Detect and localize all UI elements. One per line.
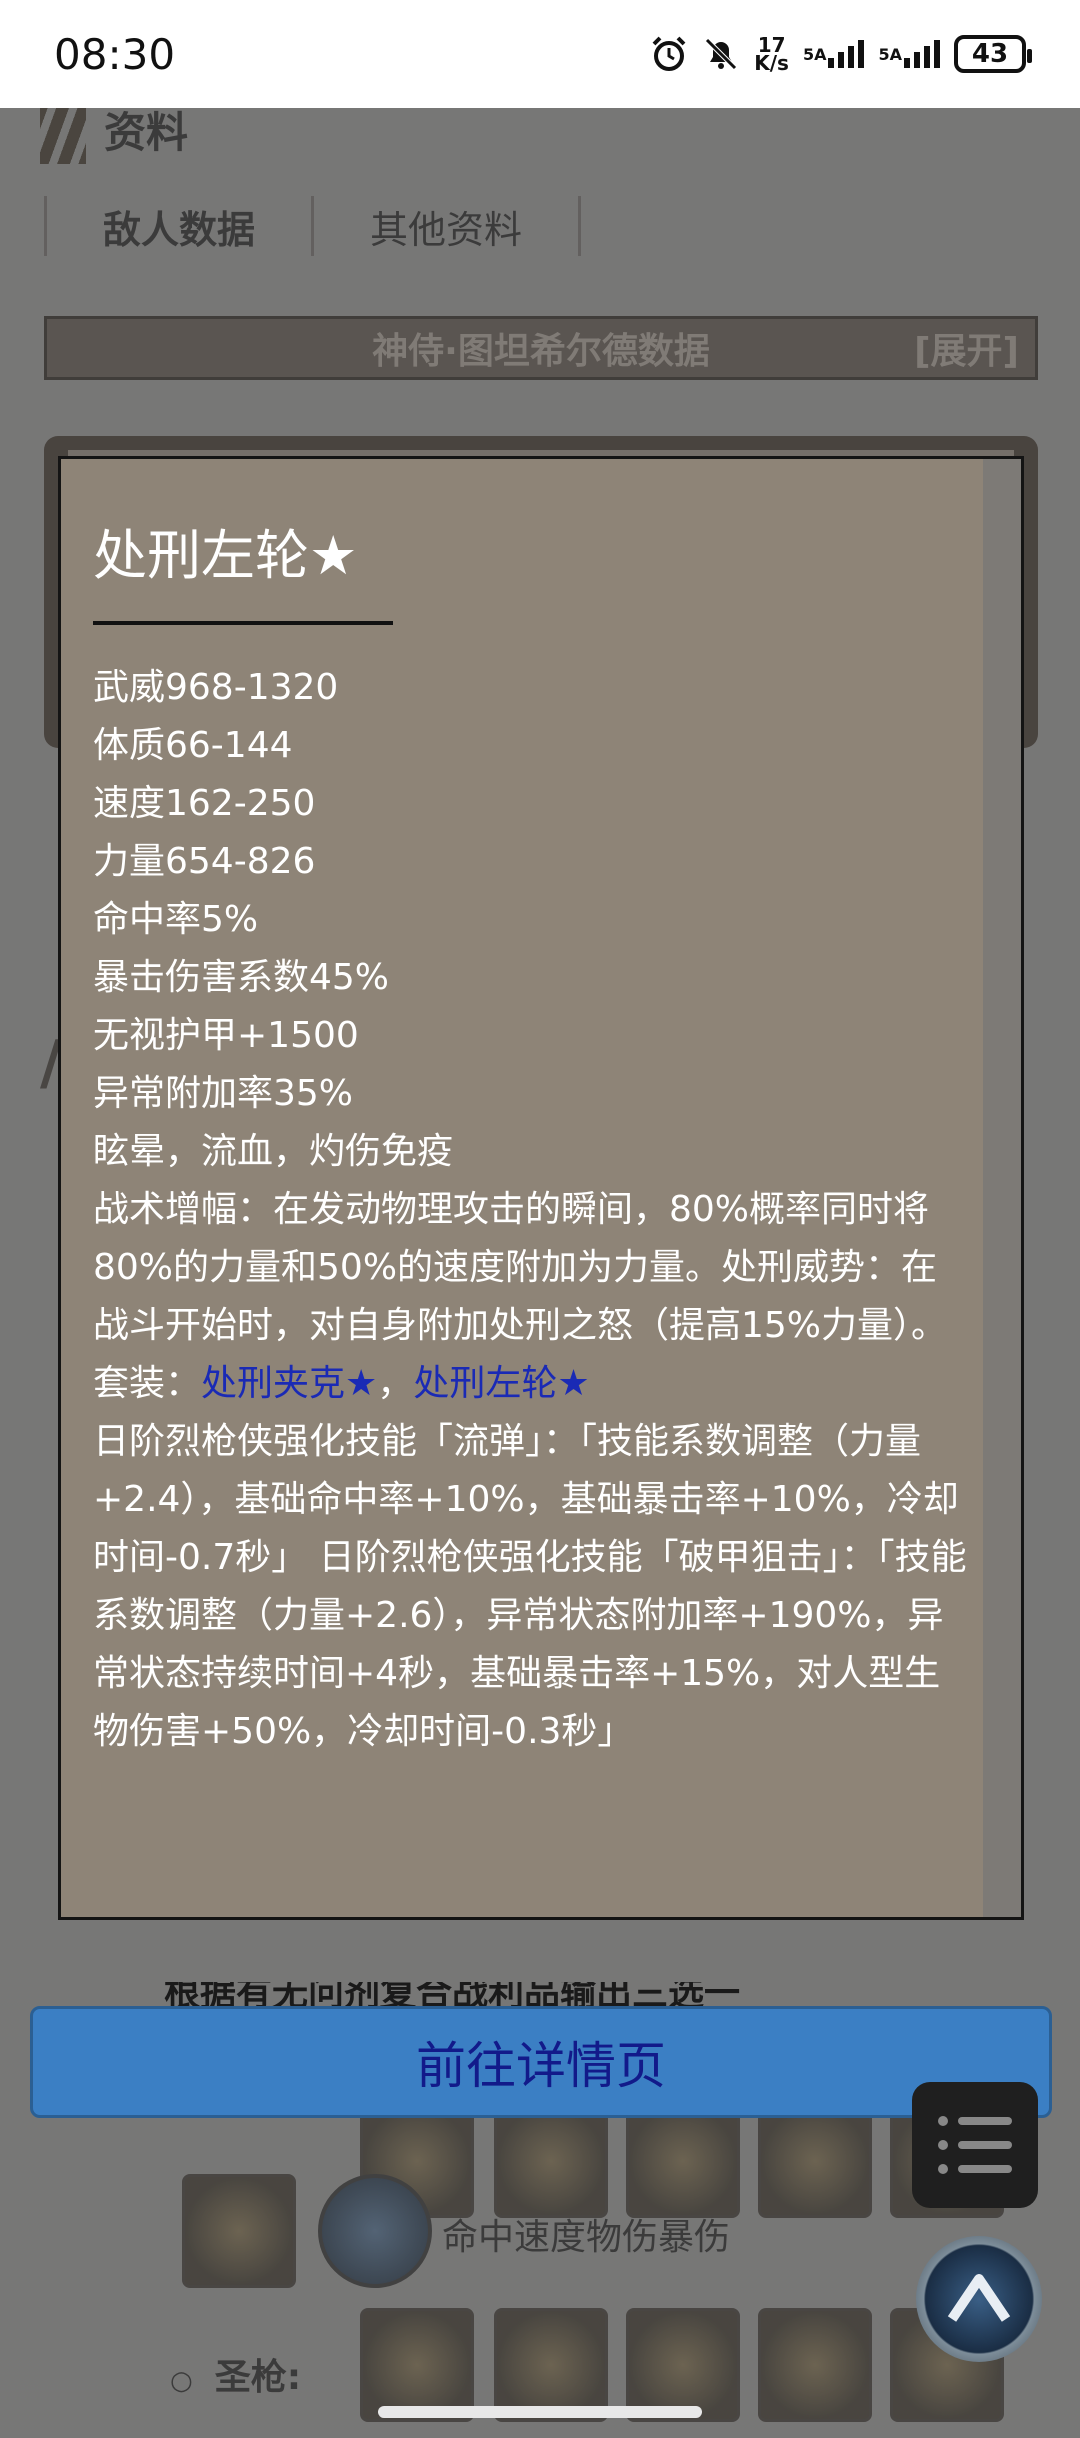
stat-line: 暴击伤害系数45% <box>93 957 390 998</box>
popup-scrollbar-track <box>983 459 1021 1917</box>
item-effect-description: 战术增幅：在发动物理攻击的瞬间，80%概率同时将80%的力量和50%的速度附加为… <box>93 1189 948 1346</box>
net-speed: 17 K/s <box>754 33 789 75</box>
skill-enhancement-text: 日阶烈枪侠强化技能「流弹」：「技能系数调整（力量+2.4），基础命中率+10%，… <box>93 1421 967 1752</box>
item-title: 处刑左轮★ <box>93 524 358 587</box>
item-stats: 武威968-1320 体质66-144 速度162-250 力量654-826 … <box>93 659 973 1761</box>
stat-line: 武威968-1320 <box>93 667 339 708</box>
set-item-link[interactable]: 处刑左轮★ <box>413 1363 589 1404</box>
home-indicator[interactable] <box>378 2406 702 2418</box>
set-bonus-line: 套装：处刑夹克★，处刑左轮★ <box>93 1363 590 1404</box>
star-icon: ★ <box>309 524 358 587</box>
mute-icon <box>702 35 740 73</box>
alarm-icon <box>650 35 688 73</box>
signal-icon-2: 5A <box>878 40 940 68</box>
scroll-top-icon <box>947 2274 1011 2322</box>
list-menu-button[interactable] <box>912 2082 1038 2208</box>
set-item-link[interactable]: 处刑夹克★ <box>201 1363 377 1404</box>
stat-line: 命中率5% <box>93 899 259 940</box>
list-menu-icon <box>938 2116 1012 2126</box>
scroll-top-button[interactable] <box>916 2236 1042 2362</box>
status-icons: 17 K/s 5A 5A 43 <box>650 33 1032 75</box>
status-bar: 08:30 17 K/s 5A 5A 43 <box>0 0 1080 108</box>
item-detail-popup: 处刑左轮★ 武威968-1320 体质66-144 速度162-250 力量65… <box>58 456 1024 1920</box>
stat-line: 力量654-826 <box>93 841 316 882</box>
stat-line: 眩晕，流血，灼伤免疫 <box>93 1131 454 1172</box>
stat-line: 异常附加率35% <box>93 1073 354 1114</box>
stat-line: 无视护甲+1500 <box>93 1015 359 1056</box>
battery-icon: 43 <box>954 35 1032 73</box>
go-to-detail-button[interactable]: 前往详情页 <box>30 2006 1052 2118</box>
signal-icon: 5A <box>803 40 865 68</box>
stat-line: 速度162-250 <box>93 783 316 824</box>
stat-line: 体质66-144 <box>93 725 293 766</box>
title-divider <box>93 621 393 625</box>
status-time: 08:30 <box>54 29 176 79</box>
